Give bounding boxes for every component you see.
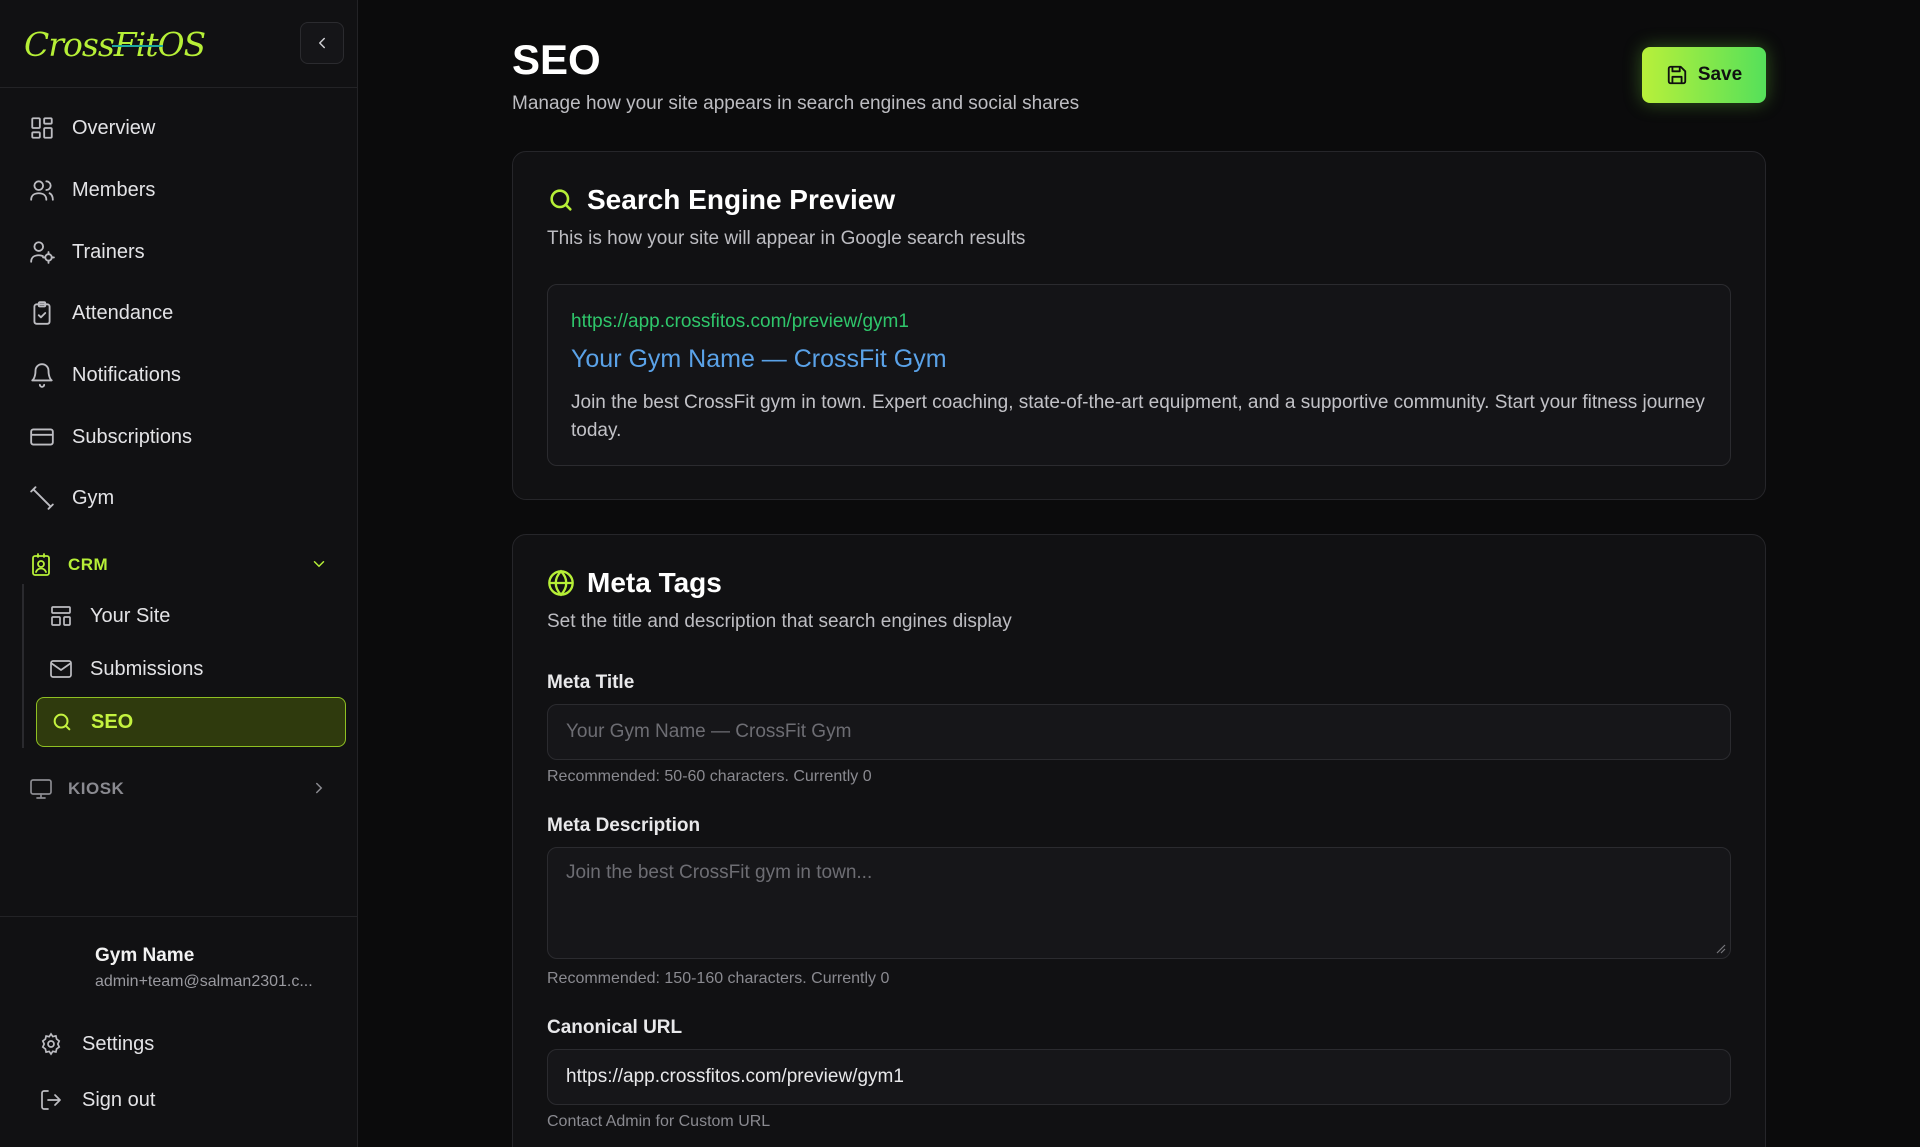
sidebar-item-label: Your Site: [90, 604, 171, 627]
sidebar-item-label: SEO: [91, 710, 134, 733]
sidebar-divider: [0, 916, 358, 917]
card-title-text: Meta Tags: [587, 567, 722, 598]
resize-handle-icon[interactable]: [1714, 942, 1726, 954]
sidebar-item-overview[interactable]: Overview: [18, 102, 340, 154]
mail-icon: [48, 656, 74, 682]
sidebar-item-label: Overview: [72, 116, 156, 139]
crm-submenu-rail: [22, 584, 24, 748]
sidebar-section-kiosk[interactable]: KIOSK: [18, 769, 340, 809]
canonical-url-input[interactable]: https://app.crossfitos.com/preview/gym1: [547, 1049, 1731, 1105]
sidebar-item-label: Subscriptions: [72, 425, 193, 448]
sidebar-section-label: KIOSK: [68, 779, 125, 798]
signout-label: Sign out: [82, 1088, 156, 1111]
sidebar-item-seo[interactable]: SEO: [36, 697, 346, 747]
card-subtitle: Set the title and description that searc…: [547, 611, 1012, 632]
sidebar-item-label: Trainers: [72, 240, 145, 263]
preview-description: Join the best CrossFit gym in town. Expe…: [571, 392, 1705, 441]
grid-icon: [28, 114, 56, 142]
card-title: Search Engine Preview: [547, 184, 895, 216]
meta-description-label: Meta Description: [547, 815, 701, 836]
meta-description-textarea[interactable]: Join the best CrossFit gym in town...: [547, 847, 1731, 959]
chevron-down-icon: [310, 555, 328, 573]
sidebar-item-attendance[interactable]: Attendance: [18, 287, 340, 339]
user-cog-icon: [28, 238, 56, 266]
save-button[interactable]: Save: [1642, 47, 1766, 103]
meta-title-input[interactable]: Your Gym Name — CrossFit Gym: [547, 704, 1731, 760]
meta-description-placeholder: Join the best CrossFit gym in town...: [566, 862, 873, 883]
canonical-url-hint: Contact Admin for Custom URL: [547, 1113, 771, 1130]
search-result-preview: https://app.crossfitos.com/preview/gym1 …: [547, 284, 1731, 466]
sidebar-section-label: CRM: [68, 555, 109, 574]
meta-title-placeholder: Your Gym Name — CrossFit Gym: [566, 721, 852, 742]
canonical-url-value: https://app.crossfitos.com/preview/gym1: [566, 1066, 904, 1087]
brand-logo[interactable]: Cross Fit OS: [24, 24, 206, 64]
sidebar-item-subscriptions[interactable]: Subscriptions: [18, 411, 340, 463]
meta-title-label: Meta Title: [547, 672, 635, 693]
sidebar-item-label: Attendance: [72, 301, 174, 324]
clipboard-check-icon: [28, 299, 56, 327]
search-icon: [547, 186, 575, 214]
globe-icon: [547, 569, 575, 597]
save-label: Save: [1697, 64, 1743, 85]
settings-label: Settings: [82, 1032, 155, 1055]
layout-icon: [48, 603, 74, 629]
brand-suffix: OS: [157, 24, 206, 64]
collapse-sidebar-button[interactable]: [300, 22, 344, 64]
sidebar-item-gym[interactable]: Gym: [18, 472, 340, 524]
page-title: SEO: [512, 36, 601, 83]
credit-card-icon: [28, 423, 56, 451]
save-icon: [1667, 65, 1686, 85]
sidebar-section-crm[interactable]: CRM: [18, 545, 340, 585]
card-subtitle: This is how your site will appear in Goo…: [547, 228, 1026, 249]
canonical-url-label: Canonical URL: [547, 1017, 683, 1038]
sidebar-divider: [0, 87, 358, 88]
brand-prefix: Cross: [24, 24, 115, 64]
sidebar: Cross Fit OS Overview Members Trainers Att…: [0, 0, 358, 1147]
page-subtitle: Manage how your site appears in search e…: [512, 93, 1080, 114]
log-out-icon: [38, 1087, 64, 1113]
sidebar-item-your-site[interactable]: Your Site: [36, 591, 346, 641]
gear-icon: [38, 1031, 64, 1057]
main-content: SEO Manage how your site appears in sear…: [358, 0, 1920, 1147]
card-title-text: Search Engine Preview: [587, 184, 896, 215]
search-preview-card: Search Engine Preview This is how your s…: [512, 151, 1766, 500]
search-icon: [49, 709, 75, 735]
brand-strike: Fit: [111, 24, 164, 64]
chevron-right-icon: [310, 779, 328, 797]
user-email: admin+team@salman2301.c...: [95, 973, 313, 990]
sidebar-item-notifications[interactable]: Notifications: [18, 349, 340, 401]
sidebar-item-label: Notifications: [72, 363, 181, 386]
card-title: Meta Tags: [547, 567, 722, 599]
user-name: Gym Name: [95, 945, 195, 966]
sidebar-item-members[interactable]: Members: [18, 164, 340, 216]
meta-title-hint: Recommended: 50-60 characters. Currently…: [547, 768, 872, 785]
dumbbell-icon: [28, 484, 56, 512]
users-icon: [28, 176, 56, 204]
sidebar-item-label: Submissions: [90, 657, 204, 680]
preview-title: Your Gym Name — CrossFit Gym: [571, 345, 947, 373]
settings-link[interactable]: Settings: [38, 1024, 154, 1064]
user-profile[interactable]: Gym Name admin+team@salman2301.c...: [95, 945, 345, 991]
chevron-left-icon: [319, 37, 325, 49]
meta-description-hint: Recommended: 150-160 characters. Current…: [547, 970, 890, 987]
bell-icon: [28, 361, 56, 389]
sidebar-item-label: Gym: [72, 486, 115, 509]
meta-tags-card: Meta Tags Set the title and description …: [512, 534, 1766, 1147]
preview-url: https://app.crossfitos.com/preview/gym1: [571, 311, 909, 332]
sidebar-item-label: Members: [72, 178, 156, 201]
sidebar-item-trainers[interactable]: Trainers: [18, 226, 340, 278]
monitor-icon: [28, 776, 54, 802]
contact-icon: [28, 552, 54, 578]
signout-link[interactable]: Sign out: [38, 1080, 155, 1120]
sidebar-item-submissions[interactable]: Submissions: [36, 644, 346, 694]
